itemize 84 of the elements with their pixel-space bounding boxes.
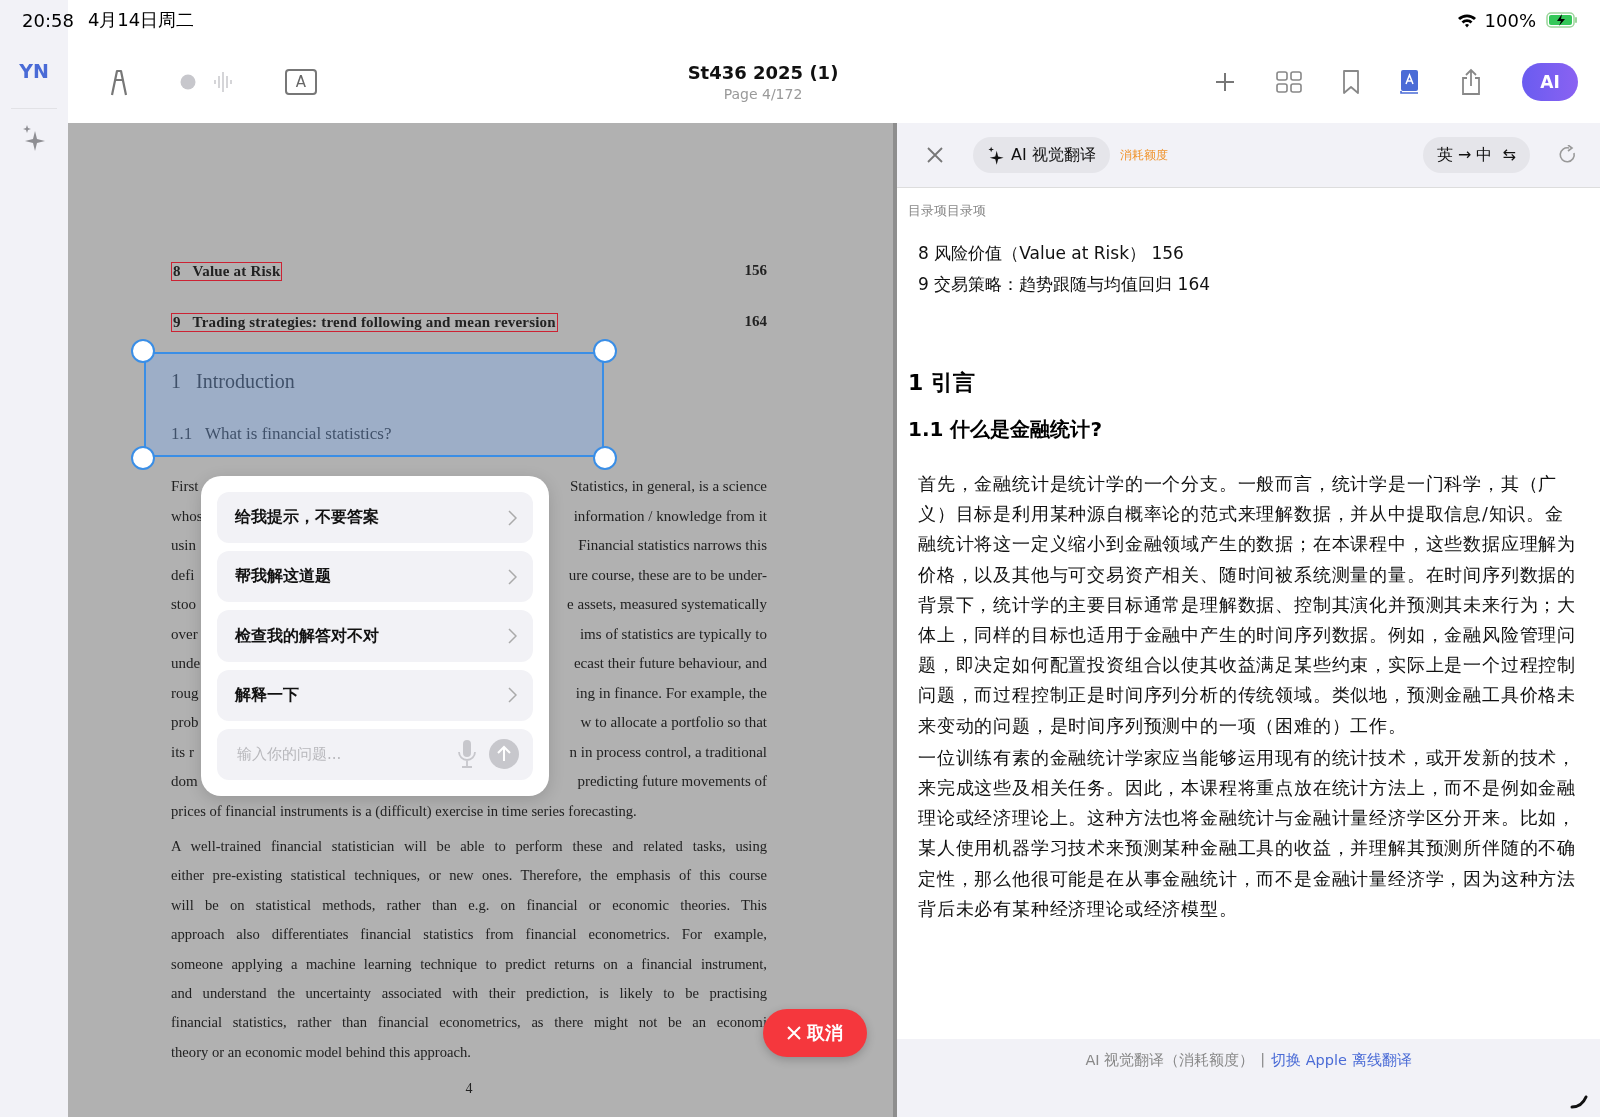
text-line-fragment: predicting future movements of	[577, 772, 767, 791]
grid-icon[interactable]	[1276, 70, 1302, 93]
plus-icon[interactable]	[1214, 70, 1236, 93]
text-line-fragment: Statistics, in general, is a science	[569, 477, 767, 496]
text-line-fragment: ims of statistics are typically to	[579, 624, 767, 644]
battery-percent: 100%	[1484, 9, 1536, 31]
chevron-icon	[508, 628, 517, 644]
page-indicator: Page 4/172	[722, 86, 804, 102]
menu-option[interactable]: 给我提示，不要答案	[217, 492, 533, 544]
subheading: 1.1 什么是金融统计?	[908, 416, 1103, 443]
paragraph: 一位训练有素的金融统计学家应当能够运用现有的统计技术，或开发新的技术，来完成这些及相关任务。因此，本课程将重点放在统计方法上，而不是例如金融理论或经济理论上。这种方法也将金融统计与金融计量经济学区分开来。比如，某人使用机器学习技术来预测某种金融工具的收益，并理解其预测所伴随的不确定性，那么他很可能是在从事金融统计，而不是金融计量经济学，因为这种方法背后未必有某种经济理论或经济模型。	[917, 746, 1576, 921]
paragraph: 首先，金融统计是统计学的一个分支。一般而言，统计学是一门科学，其（广义）目标是利用某种源自概率论的范式来理解数据，并从中提取信息/知识。金融统计将这一定义缩小到金融领域产生的数据；在本课程中，这些数据应理解为价格，以及其他与可交易资产相关、随时间被系统测量的量。在时间序列数据的背景下，统计学的主要目标通常是理解数据、控制其演化并预测其未来行为；大体上，同样的目标也适用于金融中产生的时间序列数据。例如，金融风险管理问题，即决定如何配置投资组合以使其收益满足某些约束，实际上是一个过程控制问题，而过程控制正是时间序列分析的传统领域。类似地，预测金融工具价格未来变动的问题，是时间序列预测中的一项（困难的）工作。	[917, 473, 1576, 738]
chevron-icon	[508, 568, 517, 585]
text-line-fragment: prob	[171, 713, 199, 732]
text-line-fragment: unde	[171, 654, 201, 673]
menu-option[interactable]: 解释一下	[217, 669, 533, 721]
text-line-fragment: ing in finance. For example, the	[575, 683, 767, 703]
text-line-fragment: First	[171, 477, 199, 496]
refresh-icon[interactable]	[1558, 145, 1578, 165]
text-line-fragment: n in process control, a traditional	[569, 742, 767, 762]
toc-entry[interactable]: 9 Trading strategies: trend following and mean reversion	[171, 313, 558, 332]
toc-entry: 8 风险价值（Value at Risk） 156	[917, 242, 1185, 265]
text-line-fragment: over	[171, 624, 198, 644]
language-toggle[interactable]: 英 → 中 ⇆	[1422, 137, 1530, 173]
text-box-tool[interactable]: A	[285, 68, 317, 95]
text-line: approach also differentiates financial statistics from financial econometrics. For example,	[171, 925, 767, 945]
share-icon[interactable]	[1460, 67, 1482, 96]
subsection-heading: 1.1 What is financial statistics?	[171, 424, 392, 445]
footer-note: AI 视觉翻译（消耗额度）	[1085, 1051, 1255, 1070]
text-line-fragment: defi	[171, 565, 195, 585]
page-number: 4	[464, 1081, 474, 1098]
wifi-icon	[1456, 12, 1477, 28]
text-line: prices of financial instruments is a (difficult) exercise in time series forecasting.	[171, 801, 637, 821]
text-line: will be on statistical methods, rather than e.g. on financial or economic theories. This	[171, 895, 767, 915]
ai-button[interactable]: AI	[1522, 62, 1578, 101]
sparkle-icon	[987, 145, 1005, 165]
text-line-fragment: its r	[171, 742, 194, 762]
section-label: 目录项目录项	[908, 202, 987, 220]
text-line-fragment: Financial statistics narrows this	[578, 536, 767, 555]
close-icon	[787, 1026, 801, 1040]
battery-icon	[1546, 12, 1578, 28]
translation-mode-button[interactable]: AI 视觉翻译	[973, 137, 1110, 173]
toc-entry: 9 交易策略：趋势跟随与均值回归 164	[917, 273, 1212, 296]
toc-entry[interactable]: 8 Value at Risk	[171, 262, 283, 281]
text-line: either pre-existing statistical techniques, or new ones. Therefore, the emphasis of this course	[171, 866, 767, 886]
text-line-fragment: stoo	[171, 595, 196, 614]
chevron-icon	[508, 509, 517, 526]
text-line: and understand the uncertainty associated with their prediction, is likely to be practising	[171, 983, 767, 1003]
toc-page-number: 156	[744, 262, 767, 279]
separator: |	[1260, 1051, 1266, 1067]
pen-icon[interactable]	[108, 67, 130, 96]
chevron-icon	[508, 687, 517, 704]
status-time: 20:58	[22, 9, 74, 31]
document-title: St436 2025 (1)	[686, 62, 840, 83]
selection-box[interactable]	[144, 352, 604, 457]
heading: 1 引言	[908, 369, 976, 397]
status-date: 4月14日周二	[87, 8, 195, 32]
text-line: someone applying a machine learning technique to predict returns on a financial instrument,	[171, 954, 767, 974]
text-line-fragment: e assets, measured systematically	[567, 595, 767, 614]
user-initials[interactable]: YN	[11, 40, 57, 109]
quota-label: 消耗额度	[1119, 146, 1168, 164]
close-icon[interactable]	[927, 147, 943, 163]
text-line-fragment: usin	[171, 536, 196, 555]
offline-translation-link[interactable]: 切换 Apple 离线翻译	[1271, 1051, 1412, 1070]
text-line-fragment: information / knowledge from it	[573, 506, 767, 526]
toc-page-number: 164	[744, 313, 767, 330]
text-line-fragment: roug	[171, 683, 199, 703]
bookmark-icon[interactable]	[1342, 69, 1360, 94]
text-line-fragment: ecast their future behaviour, and	[573, 654, 767, 673]
menu-option[interactable]: 检查我的解答对不对	[217, 610, 533, 662]
selection-handle[interactable]	[593, 446, 617, 470]
text-line-fragment: w to allocate a portfolio so that	[580, 713, 767, 732]
section-heading: 1 Introduction	[171, 370, 295, 394]
text-line-fragment: whos	[171, 506, 203, 526]
text-line: theory or an economic model behind this approach.	[171, 1042, 471, 1062]
menu-option[interactable]: 帮我解这道题	[217, 551, 533, 603]
text-line-fragment: ure course, these are to be under-	[568, 565, 767, 585]
selection-handle[interactable]	[131, 339, 155, 363]
book-icon[interactable]	[1400, 68, 1420, 95]
selection-handle[interactable]	[131, 446, 155, 470]
text-line: A well-trained financial statistician will be able to perform these and related tasks, using	[171, 836, 767, 856]
text-line-fragment: dom	[171, 772, 198, 791]
selection-handle[interactable]	[593, 339, 617, 363]
curve-icon	[1570, 1095, 1588, 1109]
